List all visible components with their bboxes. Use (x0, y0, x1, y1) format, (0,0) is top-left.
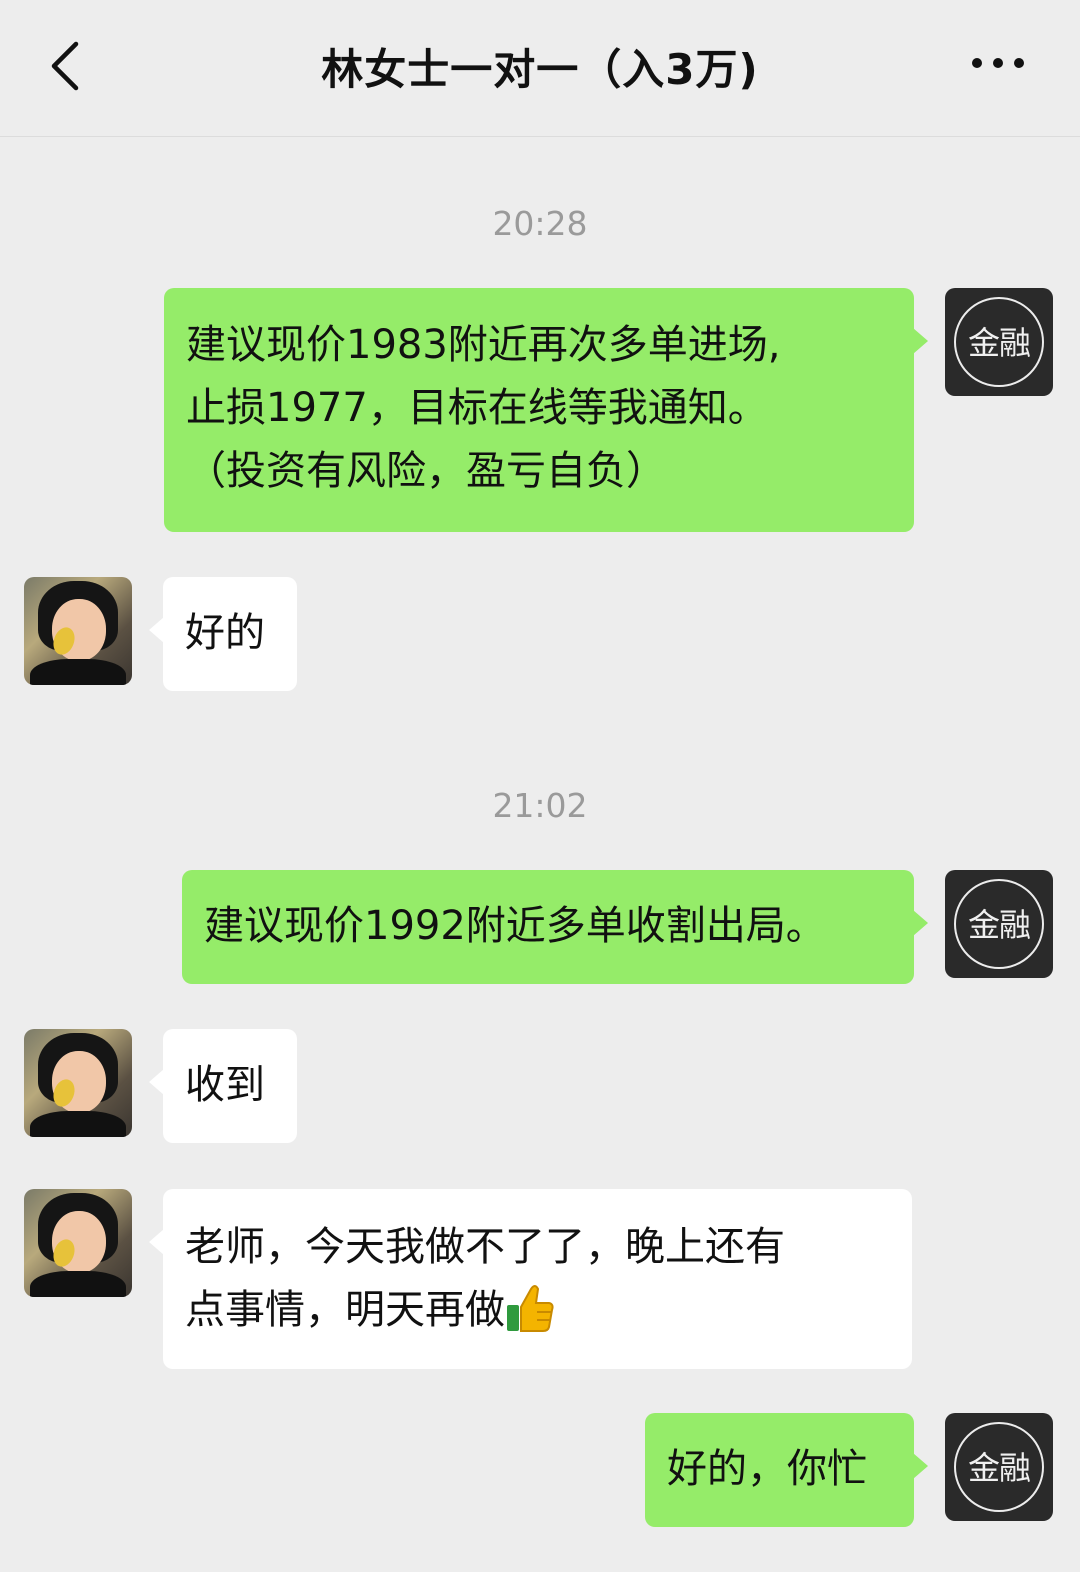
message-text: 好的，你忙 (667, 1446, 867, 1492)
avatar-label: 金融 (967, 906, 1031, 944)
message-text: 收到 (185, 1062, 265, 1108)
message-text: （投资有风险，盈亏自负） (186, 448, 666, 494)
received-message[interactable]: 好的 (149, 577, 297, 691)
message-text: 建议现价1983附近再次多单进场, (186, 322, 781, 368)
sent-message[interactable]: 建议现价1992附近多单收割出局。 (182, 870, 928, 984)
message-text: 好的 (185, 610, 265, 656)
avatar-label: 金融 (967, 1449, 1031, 1487)
received-message[interactable]: 收到 (149, 1029, 297, 1143)
contact-avatar[interactable] (24, 577, 132, 685)
contact-avatar[interactable] (24, 1029, 132, 1137)
avatar-label: 金融 (967, 324, 1031, 362)
thumbs-up-icon (507, 1285, 554, 1332)
timestamp: 20:28 (492, 204, 588, 243)
message-text: 建议现价1992附近多单收割出局。 (204, 903, 826, 949)
more-dots-icon[interactable] (972, 56, 1028, 72)
message-text: 点事情，明天再做 (185, 1287, 505, 1333)
sent-message[interactable]: 好的，你忙 (645, 1413, 928, 1527)
sent-message[interactable]: 建议现价1983附近再次多单进场, 止损1977，目标在线等我通知。 （投资有风… (164, 288, 928, 532)
message-text: 老师，今天我做不了了，晚上还有 (185, 1224, 785, 1270)
message-text: 止损1977，目标在线等我通知。 (186, 385, 768, 431)
timestamp: 21:02 (492, 786, 588, 825)
chat-header: 林女士一对一（入3万) (0, 0, 1080, 137)
self-avatar[interactable]: 金融 (945, 870, 1053, 978)
contact-avatar[interactable] (24, 1189, 132, 1297)
chat-title: 林女士一对一（入3万) (321, 45, 759, 94)
received-message[interactable]: 老师，今天我做不了了，晚上还有 点事情，明天再做 (149, 1189, 912, 1369)
self-avatar[interactable]: 金融 (945, 288, 1053, 396)
self-avatar[interactable]: 金融 (945, 1413, 1053, 1521)
